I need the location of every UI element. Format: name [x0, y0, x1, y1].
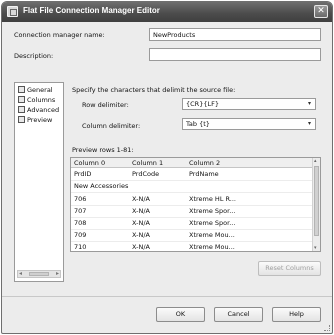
sidebar-item-label: Advanced: [27, 106, 60, 114]
row-delimiter-label: Row delimiter:: [82, 101, 129, 109]
table-cell: Xtreme Mou...: [189, 243, 235, 251]
scroll-down-icon[interactable]: ▾: [314, 245, 317, 251]
delimiter-instruction: Specify the characters that delimit the …: [72, 86, 236, 94]
table-cell: 706: [74, 195, 87, 203]
column-header[interactable]: Column 2: [189, 158, 220, 168]
scroll-right-icon[interactable]: ▸: [56, 270, 59, 277]
title-bar[interactable]: Flat File Connection Manager Editor ✕: [2, 2, 332, 22]
column-delimiter-value: Tab {t}: [186, 120, 210, 128]
sidebar-item-label: Columns: [27, 96, 56, 104]
table-cell: 710: [74, 243, 87, 251]
table-cell: Xtreme HL R...: [189, 195, 236, 203]
table-cell: 707: [74, 207, 87, 215]
column-delimiter-label: Column delimiter:: [82, 122, 141, 130]
table-cell: 709: [74, 231, 87, 239]
preview-icon: [18, 115, 25, 123]
sidebar-item-label: Preview: [27, 116, 53, 124]
scroll-left-icon[interactable]: ◂: [19, 270, 22, 277]
table-cell: X-N/A: [132, 219, 150, 227]
table-cell: X-N/A: [132, 207, 150, 215]
sidebar-item-label: General: [27, 86, 53, 94]
description-input[interactable]: [149, 48, 321, 61]
dialog-window: Flat File Connection Manager Editor ✕ Co…: [1, 1, 333, 334]
sidebar-item-general[interactable]: General: [18, 85, 53, 95]
general-icon: [18, 85, 25, 93]
row-divider: [71, 192, 312, 193]
column-delimiter-select[interactable]: Tab {t} ▾: [182, 118, 316, 130]
cancel-button[interactable]: Cancel: [214, 307, 263, 322]
advanced-icon: [18, 105, 25, 113]
chevron-down-icon[interactable]: ▾: [305, 120, 314, 128]
table-cell: 708: [74, 219, 87, 227]
connection-manager-name-input[interactable]: NewProducts: [149, 28, 321, 41]
connection-manager-name-label: Connection manager name:: [14, 31, 105, 39]
sidebar-item-advanced[interactable]: Advanced: [18, 105, 60, 115]
preview-grid[interactable]: Column 0 Column 1 Column 2 PrdID PrdCode…: [70, 157, 321, 252]
description-label: Description:: [14, 52, 54, 60]
table-cell: PrdName: [189, 170, 219, 178]
table-cell: Xtreme Spor...: [189, 219, 236, 227]
table-cell: X-N/A: [132, 243, 150, 251]
close-button[interactable]: ✕: [314, 5, 328, 18]
table-cell: X-N/A: [132, 231, 150, 239]
column-header[interactable]: Column 0: [74, 158, 105, 168]
chevron-down-icon[interactable]: ▾: [305, 100, 314, 108]
window-title: Flat File Connection Manager Editor: [23, 6, 160, 15]
preview-vertical-scrollbar[interactable]: ▴ ▾: [312, 158, 320, 251]
ok-button[interactable]: OK: [156, 307, 205, 322]
columns-icon: [18, 95, 25, 103]
table-cell: [189, 181, 244, 191]
app-icon: [7, 6, 18, 17]
sidebar-item-preview[interactable]: Preview: [18, 115, 53, 125]
scroll-up-icon[interactable]: ▴: [314, 158, 317, 164]
footer-divider: [2, 296, 332, 297]
row-delimiter-value: {CR}{LF}: [186, 100, 219, 108]
table-cell: Xtreme Spor...: [189, 207, 236, 215]
sidebar-item-columns[interactable]: Columns: [18, 95, 56, 105]
table-cell: Xtreme Mou...: [189, 231, 235, 239]
reset-columns-button[interactable]: Reset Columns: [258, 261, 321, 276]
table-cell: [132, 181, 187, 191]
help-button[interactable]: Help: [272, 307, 321, 322]
sidebar-horizontal-scrollbar[interactable]: ◂ ▸: [17, 270, 61, 278]
row-delimiter-select[interactable]: {CR}{LF} ▾: [182, 98, 316, 110]
column-header[interactable]: Column 1: [132, 158, 163, 168]
table-cell: PrdID: [74, 170, 92, 178]
preview-rows-label: Preview rows 1-81:: [72, 146, 134, 154]
table-cell: X-N/A: [132, 195, 150, 203]
table-cell: PrdCode: [132, 170, 160, 178]
scrollbar-thumb[interactable]: [314, 166, 319, 236]
resize-grip-icon[interactable]: [324, 325, 330, 331]
scrollbar-thumb[interactable]: [29, 272, 49, 276]
sidebar: General Columns Advanced Preview ◂ ▸: [14, 82, 64, 282]
